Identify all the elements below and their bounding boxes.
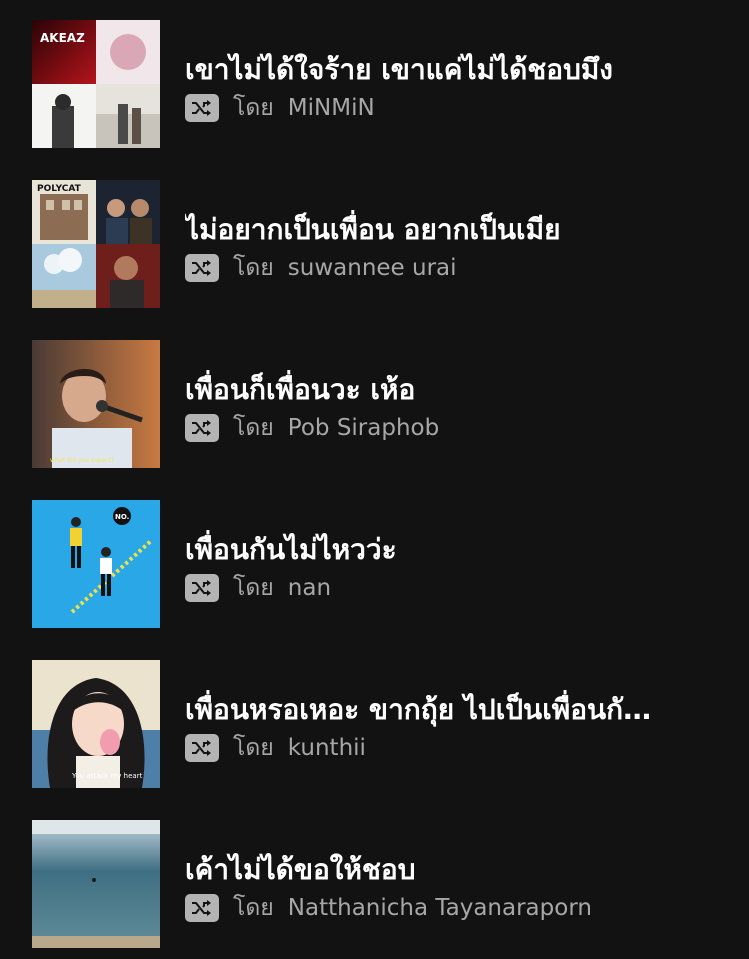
playlist-row[interactable]: what did you expect? เพื่อนก็เพื่อนวะ เห… <box>0 340 749 470</box>
playlist-row[interactable]: NO. เพื่อนกันไม่ไหวว่ะ โดย nan <box>0 500 749 630</box>
playlist-row[interactable]: AKEAZ เขาไม่ได้ใจร้าย เขาแค่ไม่ได้ชอบมึง… <box>0 20 749 150</box>
cover-text: POLYCAT <box>37 184 82 194</box>
playlist-subtitle: โดย nan <box>185 572 331 604</box>
playlist-subtitle: โดย suwannee urai <box>185 252 457 284</box>
playlist-title: เพื่อนก็เพื่อนวะ เห้อ <box>185 373 416 406</box>
playlist-title: ไม่อยากเป็นเพื่อน อยากเป็นเมีย <box>185 213 561 246</box>
playlist-cover: what did you expect? <box>32 340 160 468</box>
playlist-subtitle: โดย MiNMiN <box>185 92 375 124</box>
by-label: โดย <box>233 735 274 761</box>
playlist-cover: You attack my heart <box>32 660 160 788</box>
owner-name[interactable]: kunthii <box>288 735 366 761</box>
playlist-row[interactable]: You attack my heart เพื่อนหรอเหอะ ขากถุ้… <box>0 660 749 790</box>
owner-name[interactable]: MiNMiN <box>288 95 375 121</box>
playlist-row[interactable]: POLYCAT ไม่อยากเป็นเพื่อน อยากเป็นเมีย โ… <box>0 180 749 310</box>
playlist-subtitle: โดย Natthanicha Tayanaraporn <box>185 892 592 924</box>
by-label: โดย <box>233 95 274 121</box>
playlist-cover: POLYCAT <box>32 180 160 308</box>
playlist-subtitle: โดย kunthii <box>185 732 366 764</box>
owner-name[interactable]: Natthanicha Tayanaraporn <box>288 895 592 921</box>
playlist-cover <box>32 820 160 948</box>
playlist-title: เค้าไม่ได้ขอให้ชอบ <box>185 853 416 886</box>
by-label: โดย <box>233 895 274 921</box>
playlist-cover: NO. <box>32 500 160 628</box>
cover-text: You attack my heart <box>71 772 143 780</box>
by-label: โดย <box>233 575 274 601</box>
playlist-title: เขาไม่ได้ใจร้าย เขาแค่ไม่ได้ชอบมึง <box>185 53 613 86</box>
cover-text: AKEAZ <box>40 31 85 45</box>
playlist-subtitle: โดย Pob Siraphob <box>185 412 439 444</box>
by-label: โดย <box>233 255 274 281</box>
playlist-cover: AKEAZ <box>32 20 160 148</box>
by-label: โดย <box>233 415 274 441</box>
shuffle-icon <box>185 894 219 922</box>
cover-text: what did you expect? <box>50 457 114 464</box>
playlist-title: เพื่อนกันไม่ไหวว่ะ <box>185 533 397 566</box>
shuffle-icon <box>185 414 219 442</box>
owner-name[interactable]: Pob Siraphob <box>288 415 439 441</box>
playlist-title: เพื่อนหรอเหอะ ขากถุ้ย ไปเป็นเพื่อนกั… <box>185 693 652 726</box>
playlist-list: AKEAZ เขาไม่ได้ใจร้าย เขาแค่ไม่ได้ชอบมึง… <box>0 0 749 959</box>
cover-text: NO. <box>115 513 129 521</box>
shuffle-icon <box>185 94 219 122</box>
shuffle-icon <box>185 254 219 282</box>
owner-name[interactable]: nan <box>288 575 331 601</box>
owner-name[interactable]: suwannee urai <box>288 255 457 281</box>
shuffle-icon <box>185 734 219 762</box>
shuffle-icon <box>185 574 219 602</box>
playlist-row[interactable]: เค้าไม่ได้ขอให้ชอบ โดย Natthanicha Tayan… <box>0 820 749 950</box>
